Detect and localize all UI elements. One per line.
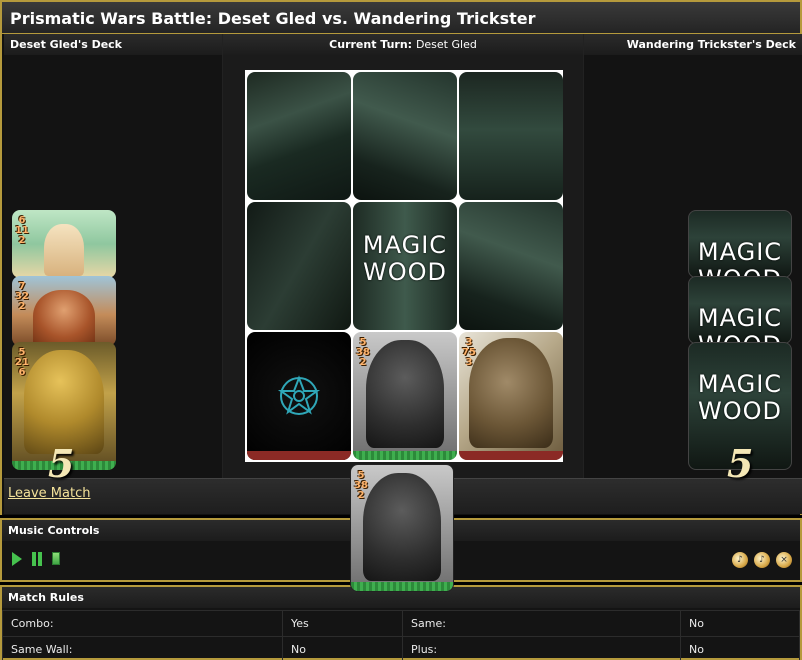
logo-line-2: WOOD — [698, 397, 782, 425]
hand-card-fairy[interactable]: 6 11 2 — [12, 210, 116, 278]
stat-bottom: 2 — [18, 235, 26, 246]
owner-bar-green — [351, 582, 453, 591]
volume-controls: ♪ ♪ × — [732, 552, 792, 568]
left-deck-column: Deset Gled's Deck 6 11 2 7 32 2 5 21 6 — [4, 34, 222, 478]
golem-figure — [366, 340, 444, 448]
turn-player: Deset Gled — [415, 38, 477, 51]
owner-bar-red — [459, 451, 563, 460]
rule-value: Yes — [282, 610, 403, 637]
left-score: 5 — [48, 441, 75, 486]
stat-bottom: 3 — [465, 357, 473, 368]
dwarf-figure — [33, 290, 95, 346]
turn-label: Current Turn: — [329, 38, 413, 51]
stat-bottom: 6 — [18, 367, 26, 378]
board-cell-1[interactable] — [247, 72, 351, 200]
rule-value: No — [680, 636, 800, 660]
mute-icon[interactable]: × — [776, 552, 792, 568]
opponent-card-2: MAGIC WOOD — [688, 276, 792, 344]
board-cell-3[interactable] — [459, 72, 563, 200]
rule-label: Same Wall: — [2, 636, 283, 660]
owner-bar-green — [353, 451, 457, 460]
rule-value: No — [680, 610, 800, 637]
magic-wood-logo: MAGIC WOOD — [353, 232, 457, 286]
left-deck-header: Deset Gled's Deck — [4, 34, 222, 55]
board-cell-2[interactable] — [353, 72, 457, 200]
card-stats: 5 38 2 — [354, 471, 368, 501]
fairy-figure — [44, 224, 84, 276]
card-stats: 3 75 3 — [462, 338, 476, 368]
game-frame: Deset Gled's Deck 6 11 2 7 32 2 5 21 6 C… — [0, 34, 802, 515]
golem-figure — [363, 473, 441, 581]
rule-label: Plus: — [402, 636, 681, 660]
rule-value: No — [282, 636, 403, 660]
board-cell-9[interactable]: 3 75 3 — [459, 332, 563, 460]
table-row: Same Wall: No Plus: No — [2, 636, 800, 660]
board-cell-5[interactable]: MAGIC WOOD — [353, 202, 457, 330]
match-rules-panel: Match Rules Combo: Yes Same: No Same Wal… — [0, 585, 802, 660]
window-title: Prismatic Wars Battle: Deset Gled vs. Wa… — [0, 0, 802, 34]
hand-card-dwarf[interactable]: 7 32 2 — [12, 276, 116, 346]
card-stats: 7 32 2 — [15, 282, 29, 312]
ape-figure — [24, 350, 104, 454]
game-board: MAGIC WOOD 5 38 2 3 75 3 — [245, 70, 563, 462]
selected-card[interactable]: 5 38 2 — [350, 464, 454, 592]
logo-line-1: MAGIC — [697, 238, 783, 266]
magic-wood-logo: MAGIC WOOD — [689, 371, 791, 425]
play-icon[interactable] — [12, 552, 22, 566]
table-row: Combo: Yes Same: No — [2, 610, 800, 637]
board-cell-4[interactable] — [247, 202, 351, 330]
opponent-card-1: MAGIC WOOD — [688, 210, 792, 278]
right-deck-header: Wandering Trickster's Deck — [584, 34, 802, 55]
volume-down-icon[interactable]: ♪ — [754, 552, 770, 568]
volume-up-icon[interactable]: ♪ — [732, 552, 748, 568]
turn-header: Current Turn: Deset Gled — [223, 34, 583, 55]
rules-table: Combo: Yes Same: No Same Wall: No Plus: … — [2, 610, 800, 660]
stop-icon[interactable] — [52, 552, 60, 565]
owner-bar-red — [247, 451, 351, 460]
rule-label: Same: — [402, 610, 681, 637]
logo-line-1: MAGIC — [697, 370, 783, 398]
stat-bottom: 2 — [18, 301, 26, 312]
stat-bottom: 2 — [359, 357, 367, 368]
logo-line-1: MAGIC — [362, 231, 448, 259]
music-playback-controls — [12, 552, 60, 566]
tree-figure — [469, 338, 553, 448]
board-cell-7[interactable] — [247, 332, 351, 460]
logo-line-1: MAGIC — [697, 304, 783, 332]
right-score: 5 — [727, 441, 754, 486]
board-cell-6[interactable] — [459, 202, 563, 330]
board-cell-8[interactable]: 5 38 2 — [353, 332, 457, 460]
leave-match-link[interactable]: Leave Match — [8, 486, 90, 501]
right-deck-column: Wandering Trickster's Deck MAGIC WOOD MA… — [584, 34, 802, 478]
magic-wood-logo: MAGIC WOOD — [689, 239, 791, 278]
card-stats: 5 21 6 — [15, 348, 29, 378]
magic-wood-logo: MAGIC WOOD — [689, 305, 791, 344]
logo-line-2: WOOD — [363, 258, 447, 286]
pause-icon[interactable] — [31, 552, 43, 566]
emblem-icon — [277, 375, 321, 415]
board-column: Current Turn: Deset Gled MAGIC WOOD 5 38… — [222, 34, 584, 478]
rule-label: Combo: — [2, 610, 283, 637]
card-stats: 5 38 2 — [356, 338, 370, 368]
card-stats: 6 11 2 — [15, 216, 29, 246]
stat-bottom: 2 — [357, 490, 365, 501]
